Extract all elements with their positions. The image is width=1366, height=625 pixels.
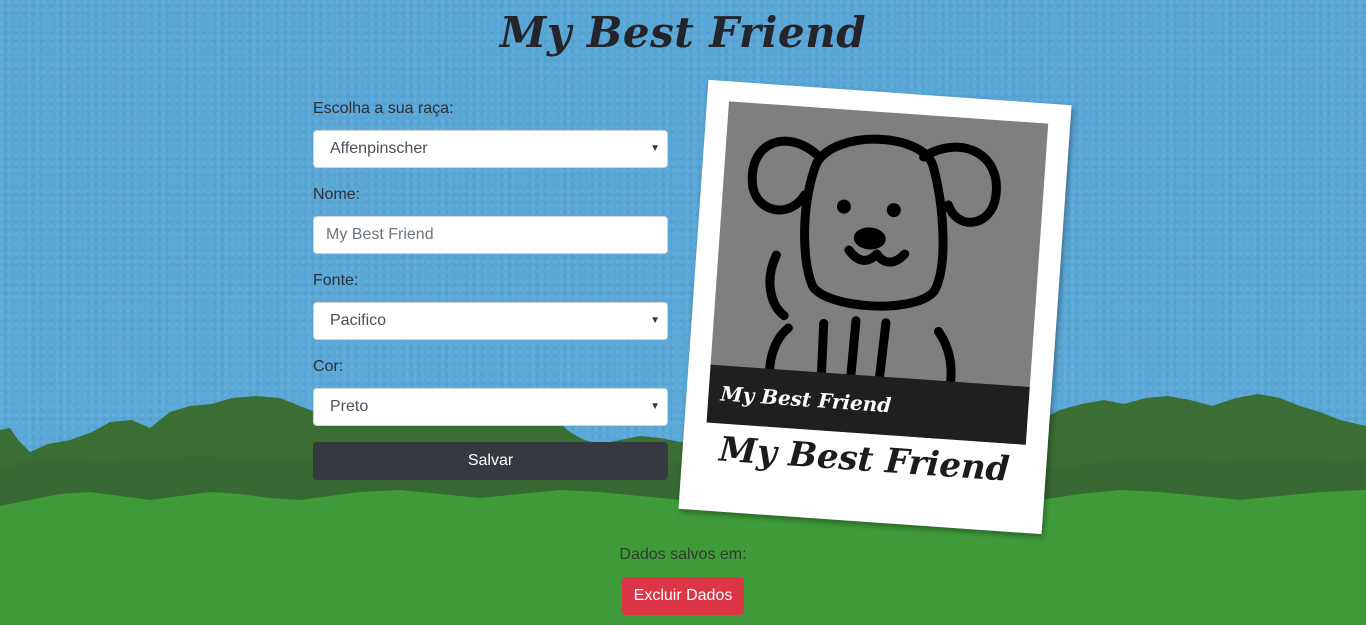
- color-select-value: Preto: [330, 398, 369, 415]
- color-select[interactable]: Preto ▼: [313, 388, 668, 426]
- breed-select-value: Affenpinscher: [330, 140, 428, 157]
- font-label: Fonte:: [313, 272, 359, 289]
- breed-label: Escolha a sua raça:: [313, 100, 454, 117]
- chevron-down-icon: ▼: [650, 315, 660, 326]
- saved-data-text: Dados salvos em:: [619, 546, 747, 563]
- name-input[interactable]: My Best Friend: [313, 216, 668, 254]
- chevron-down-icon: ▼: [650, 401, 660, 412]
- font-select[interactable]: Pacifico ▼: [313, 302, 668, 340]
- polaroid-card: My Best Friend My Best Friend: [678, 79, 1072, 535]
- page-title: My Best Friend: [499, 8, 867, 57]
- breed-select[interactable]: Affenpinscher ▼: [313, 130, 668, 168]
- save-button[interactable]: Salvar: [313, 442, 668, 480]
- delete-data-button[interactable]: Excluir Dados: [622, 577, 744, 615]
- name-label: Nome:: [313, 186, 361, 203]
- scenery-background: [0, 394, 1366, 625]
- color-label: Cor:: [313, 358, 344, 375]
- name-input-placeholder: My Best Friend: [326, 226, 434, 243]
- chevron-down-icon: ▼: [650, 143, 660, 154]
- pet-photo: My Best Friend: [706, 101, 1049, 445]
- font-select-value: Pacifico: [330, 312, 387, 329]
- pet-form: Escolha a sua raça: Affenpinscher ▼ Nome…: [313, 98, 668, 480]
